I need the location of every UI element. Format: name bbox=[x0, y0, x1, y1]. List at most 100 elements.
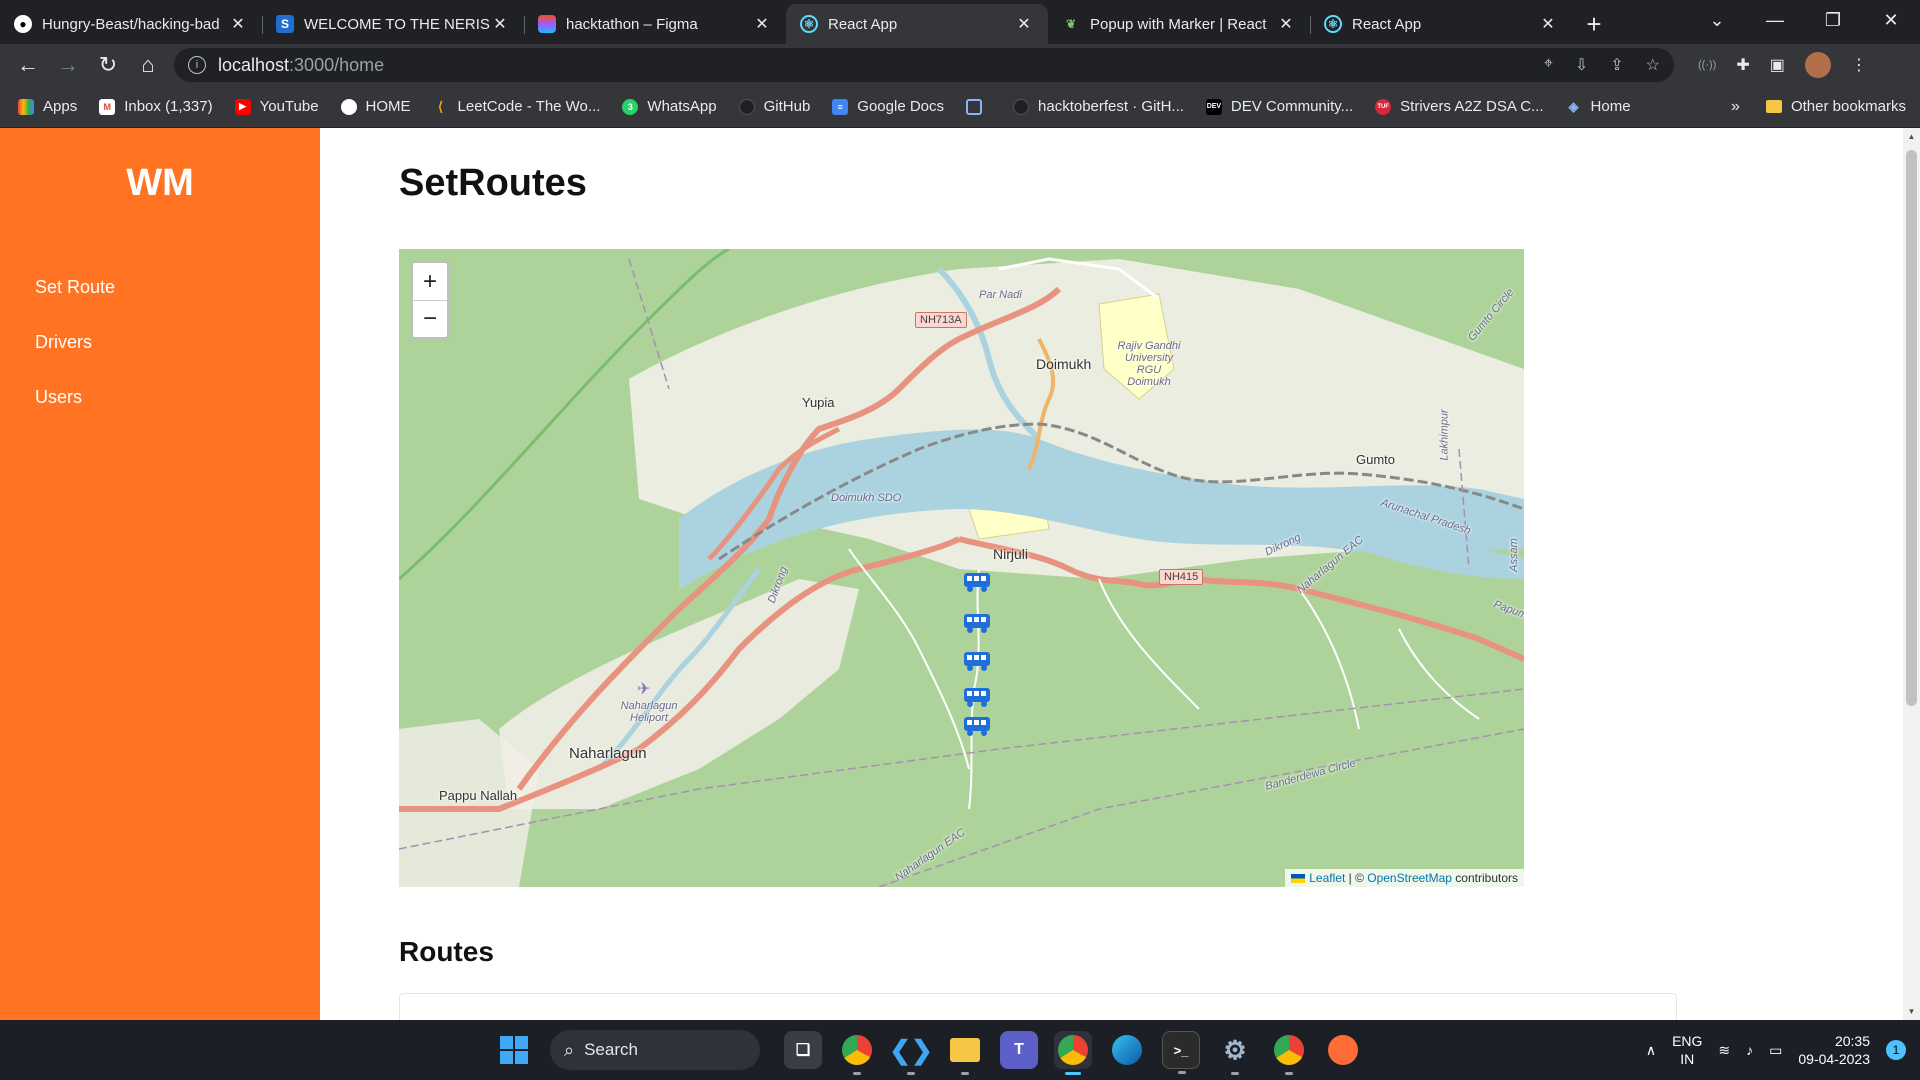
close-icon[interactable]: ✕ bbox=[1014, 14, 1034, 34]
profile-avatar[interactable] bbox=[1804, 52, 1831, 78]
start-icon[interactable] bbox=[500, 1036, 528, 1064]
youtube-icon: ▶ bbox=[234, 98, 251, 115]
teams-icon[interactable]: T bbox=[1000, 1031, 1038, 1069]
bookmark-whatsapp[interactable]: 3 WhatsApp bbox=[622, 98, 717, 115]
bookmark-google-docs[interactable]: ≡ Google Docs bbox=[832, 98, 944, 115]
close-icon[interactable]: ✕ bbox=[1538, 14, 1558, 34]
place-label: Lakhimpur bbox=[1438, 409, 1451, 461]
bus-marker-icon[interactable] bbox=[962, 571, 992, 593]
react-icon: ⚛ bbox=[1324, 15, 1342, 33]
close-icon[interactable]: ✕ bbox=[1276, 14, 1296, 34]
leaflet-link[interactable]: Leaflet bbox=[1309, 871, 1345, 885]
new-tab-button[interactable]: + bbox=[1572, 4, 1616, 44]
restore-icon[interactable]: ❐ bbox=[1804, 10, 1862, 31]
browser-tab[interactable]: S WELCOME TO THE NERIST ✕ bbox=[262, 4, 524, 44]
close-icon[interactable]: ✕ bbox=[490, 14, 510, 34]
bookmark-star-icon[interactable]: ☆ bbox=[1646, 55, 1660, 75]
bookmark-hacktoberfest[interactable]: hacktoberfest · GitH... bbox=[1013, 98, 1184, 115]
chrome-active-icon[interactable] bbox=[1054, 1031, 1092, 1075]
install-icon[interactable]: ⇩ bbox=[1575, 55, 1588, 75]
other-bookmarks[interactable]: Other bookmarks bbox=[1791, 98, 1906, 115]
scroll-up-icon[interactable]: ▲ bbox=[1903, 132, 1920, 141]
bookmark-label: Apps bbox=[43, 98, 78, 115]
sidebar-nav: Set Route Drivers Users bbox=[35, 276, 115, 441]
bookmark-label: HOME bbox=[365, 98, 411, 115]
bookmark-label: Inbox (1,337) bbox=[124, 98, 213, 115]
back-icon[interactable]: ← bbox=[8, 52, 48, 78]
forward-icon[interactable]: → bbox=[48, 52, 88, 78]
wifi-icon[interactable]: ≋ bbox=[1718, 1042, 1730, 1059]
taskbar-search[interactable]: ⌕ Search bbox=[550, 1030, 760, 1070]
site-info-icon[interactable]: i bbox=[188, 56, 206, 74]
github-icon bbox=[738, 98, 755, 115]
chrome-profile-icon[interactable] bbox=[1270, 1031, 1308, 1075]
postman-icon[interactable] bbox=[1324, 1031, 1362, 1069]
volume-icon[interactable]: ♪ bbox=[1746, 1042, 1753, 1058]
sidebar-item-users[interactable]: Users bbox=[35, 386, 115, 441]
home-icon[interactable]: ⌂ bbox=[128, 52, 168, 78]
route-map[interactable]: ✈ + − NH713A NH415 Doimukh Yupia Nirjuli… bbox=[399, 249, 1524, 887]
file-explorer-icon[interactable] bbox=[946, 1031, 984, 1075]
more-bookmarks-icon[interactable]: » bbox=[1731, 98, 1740, 116]
menu-icon[interactable]: ⋮ bbox=[1851, 55, 1867, 75]
leetcode-icon: ⟨ bbox=[438, 98, 444, 114]
scroll-down-icon[interactable]: ▼ bbox=[1903, 1007, 1920, 1016]
terminal-icon[interactable]: >_ bbox=[1162, 1031, 1200, 1074]
chevron-up-icon[interactable]: ∧ bbox=[1646, 1042, 1656, 1059]
bookmark-strivers[interactable]: TUF Strivers A2Z DSA C... bbox=[1375, 98, 1544, 115]
bookmark-leetcode[interactable]: ⟨ LeetCode - The Wo... bbox=[433, 98, 600, 115]
bus-marker-icon[interactable] bbox=[962, 686, 992, 708]
close-icon[interactable]: ✕ bbox=[228, 14, 248, 34]
bookmark-github[interactable]: GitHub bbox=[738, 98, 810, 115]
close-window-icon[interactable]: ✕ bbox=[1862, 10, 1920, 31]
extensions-icon[interactable]: ✚ bbox=[1736, 55, 1749, 75]
clock[interactable]: 20:35 09-04-2023 bbox=[1798, 1032, 1870, 1068]
language-indicator[interactable]: ENG IN bbox=[1672, 1032, 1702, 1068]
sidebar-item-drivers[interactable]: Drivers bbox=[35, 331, 115, 386]
minimize-icon[interactable]: — bbox=[1746, 10, 1804, 31]
browser-tab[interactable]: ● Hungry-Beast/hacking-bad ✕ bbox=[0, 4, 262, 44]
battery-icon[interactable]: ▭ bbox=[1769, 1042, 1782, 1059]
place-label: Yupia bbox=[802, 395, 835, 410]
tab-title: WELCOME TO THE NERIST bbox=[304, 15, 490, 33]
page-scrollbar[interactable]: ▲ ▼ bbox=[1903, 128, 1920, 1020]
browser-tab-active[interactable]: ⚛ React App ✕ bbox=[786, 4, 1048, 44]
cast-icon[interactable]: ((·)) bbox=[1698, 59, 1716, 71]
zoom-in-button[interactable]: + bbox=[413, 263, 447, 300]
scrollbar-thumb[interactable] bbox=[1906, 150, 1917, 706]
bookmark-apps[interactable]: Apps bbox=[18, 98, 77, 115]
bus-marker-icon[interactable] bbox=[962, 715, 992, 737]
side-panel-icon[interactable]: ▣ bbox=[1770, 55, 1785, 75]
bus-marker-icon[interactable] bbox=[962, 650, 992, 672]
location-icon[interactable]: ⌖ bbox=[1544, 55, 1553, 75]
url-host: localhost bbox=[218, 54, 290, 75]
ukraine-flag-icon bbox=[1291, 874, 1306, 884]
browser-tab[interactable]: hacktathon – Figma ✕ bbox=[524, 4, 786, 44]
bookmark-dev[interactable]: DEV DEV Community... bbox=[1205, 98, 1353, 115]
reload-icon[interactable]: ↻ bbox=[88, 52, 128, 78]
bookmark-unnamed[interactable] bbox=[966, 98, 991, 115]
brand-logo[interactable]: WM bbox=[0, 162, 320, 205]
vscode-icon[interactable]: ❮❯ bbox=[889, 1031, 933, 1075]
zoom-out-button[interactable]: − bbox=[413, 300, 447, 337]
close-icon[interactable]: ✕ bbox=[752, 14, 772, 34]
notification-badge[interactable]: 1 bbox=[1886, 1040, 1906, 1060]
share-icon[interactable]: ⇪ bbox=[1610, 55, 1623, 75]
osm-link[interactable]: OpenStreetMap bbox=[1367, 871, 1452, 885]
task-view-icon[interactable]: ❏ bbox=[784, 1031, 822, 1069]
settings-icon[interactable]: ⚙ bbox=[1216, 1031, 1254, 1075]
bookmark-home[interactable]: HOME bbox=[340, 98, 411, 115]
bus-marker-icon[interactable] bbox=[962, 612, 992, 634]
bookmark-home-2[interactable]: ◈ Home bbox=[1566, 98, 1631, 115]
chrome-icon[interactable] bbox=[838, 1031, 876, 1075]
bookmark-inbox[interactable]: M Inbox (1,337) bbox=[99, 98, 213, 115]
bookmark-youtube[interactable]: ▶ YouTube bbox=[234, 98, 319, 115]
browser-tab[interactable]: ⚛ React App ✕ bbox=[1310, 4, 1572, 44]
routes-card bbox=[399, 993, 1677, 1020]
url-bar[interactable]: i localhost:3000/home ⌖ ⇩ ⇪ ☆ bbox=[174, 48, 1674, 82]
edge-icon[interactable] bbox=[1108, 1031, 1146, 1069]
tab-search-icon[interactable]: ⌄ bbox=[1688, 10, 1746, 31]
road-shield: NH713A bbox=[915, 312, 967, 328]
sidebar-item-set-route[interactable]: Set Route bbox=[35, 276, 115, 331]
browser-tab[interactable]: ❦ Popup with Marker | React ✕ bbox=[1048, 4, 1310, 44]
